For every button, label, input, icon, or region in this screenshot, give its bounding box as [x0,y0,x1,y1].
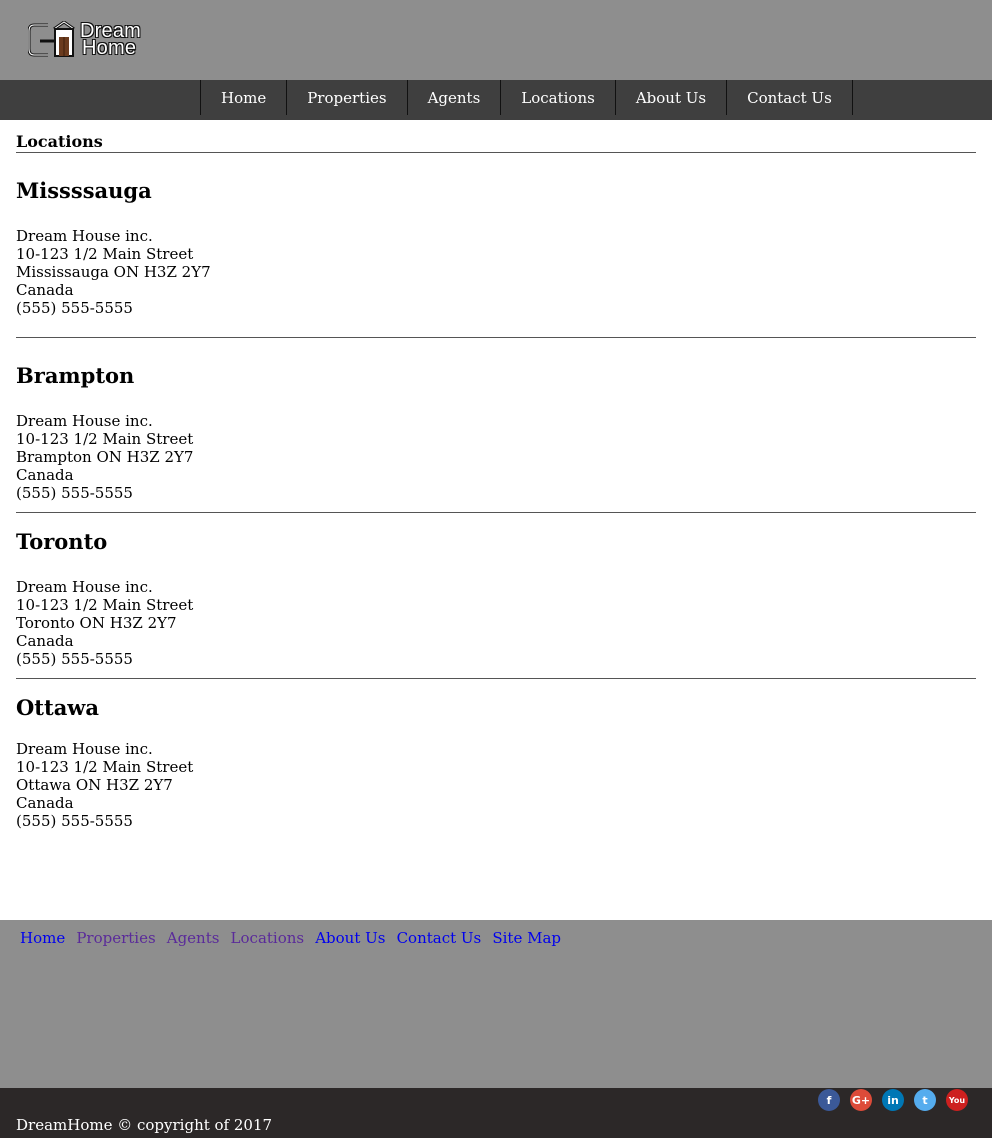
twitter-icon[interactable]: t [914,1089,936,1111]
social-links: f G+ in t You [818,1089,968,1111]
company-name: Dream House inc. [16,740,153,758]
divider [16,512,976,513]
location-card: Toronto Dream House inc. 10-123 1/2 Main… [16,530,976,679]
phone-number: (555) 555-5555 [16,484,133,502]
youtube-icon[interactable]: You [946,1089,968,1111]
location-address: Dream House inc. 10-123 1/2 Main Street … [16,227,976,317]
divider [16,678,976,679]
location-card: Brampton Dream House inc. 10-123 1/2 Mai… [16,364,976,513]
logo-wordmark: Dream Home [80,21,141,59]
location-address: Dream House inc. 10-123 1/2 Main Street … [16,740,976,830]
phone-number: (555) 555-5555 [16,650,133,668]
footer-link-agents[interactable]: Agents [167,929,220,947]
city-line: Toronto ON H3Z 2Y7 [16,614,177,632]
nav-item-properties[interactable]: Properties [287,80,408,115]
main-nav: Home Properties Agents Locations About U… [0,80,992,120]
footer-bottom: f G+ in t You DreamHome © copyright of 2… [0,1088,992,1138]
linkedin-icon[interactable]: in [882,1089,904,1111]
location-name: Missssauga [16,178,152,203]
facebook-icon[interactable]: f [818,1089,840,1111]
city-line: Brampton ON H3Z 2Y7 [16,448,194,466]
house-logo-icon [27,20,75,57]
logo-line-2: Home [82,37,137,59]
company-name: Dream House inc. [16,227,153,245]
country: Canada [16,632,74,650]
footer-links: Home Properties Agents Locations About U… [0,920,992,1088]
country: Canada [16,281,74,299]
location-address: Dream House inc. 10-123 1/2 Main Street … [16,578,976,668]
page-title: Locations [16,132,976,153]
footer-link-about-us[interactable]: About Us [315,929,385,947]
location-name: Ottawa [16,695,99,720]
company-name: Dream House inc. [16,412,153,430]
location-card: Missssauga Dream House inc. 10-123 1/2 M… [16,179,976,338]
google-plus-icon[interactable]: G+ [850,1089,872,1111]
copyright-text: DreamHome © copyright of 2017 [16,1116,273,1134]
country: Canada [16,466,74,484]
nav-item-home[interactable]: Home [201,80,288,115]
nav-item-contact-us[interactable]: Contact Us [727,80,853,115]
footer-link-site-map[interactable]: Site Map [492,929,561,947]
footer-link-locations[interactable]: Locations [231,929,305,947]
location-name: Brampton [16,363,135,388]
location-card: Ottawa Dream House inc. 10-123 1/2 Main … [16,695,976,831]
site-header: Dream Home [0,0,992,80]
city-line: Ottawa ON H3Z 2Y7 [16,776,173,794]
street-address: 10-123 1/2 Main Street [16,245,194,263]
company-name: Dream House inc. [16,578,153,596]
phone-number: (555) 555-5555 [16,812,133,830]
location-name: Toronto [16,529,108,554]
main-content: Locations Missssauga Dream House inc. 10… [0,120,992,830]
divider [16,337,976,338]
dreamhome-logo[interactable]: Dream Home [27,20,168,61]
street-address: 10-123 1/2 Main Street [16,430,194,448]
footer-link-contact-us[interactable]: Contact Us [397,929,482,947]
nav-item-locations[interactable]: Locations [501,80,616,115]
street-address: 10-123 1/2 Main Street [16,596,194,614]
street-address: 10-123 1/2 Main Street [16,758,194,776]
nav-item-agents[interactable]: Agents [408,80,502,115]
country: Canada [16,794,74,812]
footer-link-properties[interactable]: Properties [76,929,155,947]
nav-item-about-us[interactable]: About Us [616,80,728,115]
location-address: Dream House inc. 10-123 1/2 Main Street … [16,412,976,502]
phone-number: (555) 555-5555 [16,299,133,317]
footer-link-home[interactable]: Home [20,929,65,947]
city-line: Mississauga ON H3Z 2Y7 [16,263,211,281]
